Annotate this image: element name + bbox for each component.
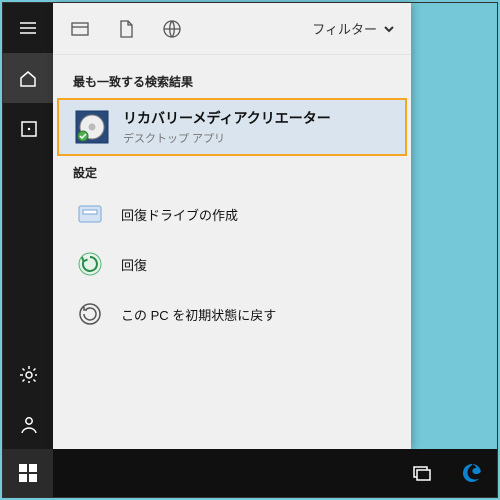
drive-icon (73, 197, 107, 231)
search-panel: フィルター 最も一致する検索結果 リカバリーメディアクリエーター デスクトップ … (53, 3, 411, 449)
globe-icon (162, 19, 182, 39)
apps-filter-button[interactable] (69, 18, 91, 40)
search-sidebar (3, 3, 53, 449)
result-subtitle: デスクトップ アプリ (123, 130, 331, 146)
result-reset-pc[interactable]: この PC を初期状態に戻す (53, 289, 411, 339)
home-button[interactable] (3, 53, 53, 103)
edge-button[interactable] (447, 449, 497, 497)
result-title: 回復ドライブの作成 (121, 205, 238, 224)
result-recovery[interactable]: 回復 (53, 239, 411, 289)
edge-icon (461, 462, 483, 484)
result-recovery-drive[interactable]: 回復ドライブの作成 (53, 189, 411, 239)
filter-dropdown[interactable]: フィルター (312, 19, 395, 38)
hamburger-icon (18, 18, 38, 38)
web-filter-button[interactable] (161, 18, 183, 40)
home-icon (18, 68, 38, 88)
result-title: この PC を初期状態に戻す (121, 305, 276, 324)
apps-button[interactable] (3, 103, 53, 153)
window-icon (70, 19, 90, 39)
reset-icon (73, 297, 107, 331)
task-view-icon (411, 462, 433, 484)
filter-label: フィルター (312, 19, 377, 38)
result-title: 回復 (121, 255, 147, 274)
documents-filter-button[interactable] (115, 18, 137, 40)
search-results: 最も一致する検索結果 リカバリーメディアクリエーター デスクトップ アプリ 設定… (53, 55, 411, 449)
recovery-icon (73, 247, 107, 281)
app-icon (19, 119, 37, 137)
gear-icon (19, 365, 37, 383)
section-best-match: 最も一致する検索結果 (53, 65, 411, 98)
task-view-button[interactable] (397, 449, 447, 497)
result-recovery-media-creator[interactable]: リカバリーメディアクリエーター デスクトップ アプリ (57, 98, 407, 156)
chevron-down-icon (383, 23, 395, 35)
document-icon (116, 19, 136, 39)
search-toolbar: フィルター (53, 3, 411, 55)
disc-icon (75, 110, 109, 144)
section-settings: 設定 (53, 156, 411, 189)
result-title: リカバリーメディアクリエーター (123, 108, 331, 128)
person-icon (19, 415, 37, 433)
windows-icon (18, 463, 38, 483)
taskbar (3, 449, 497, 497)
settings-button[interactable] (3, 349, 53, 399)
menu-button[interactable] (3, 3, 53, 53)
start-button[interactable] (3, 449, 53, 497)
account-button[interactable] (3, 399, 53, 449)
